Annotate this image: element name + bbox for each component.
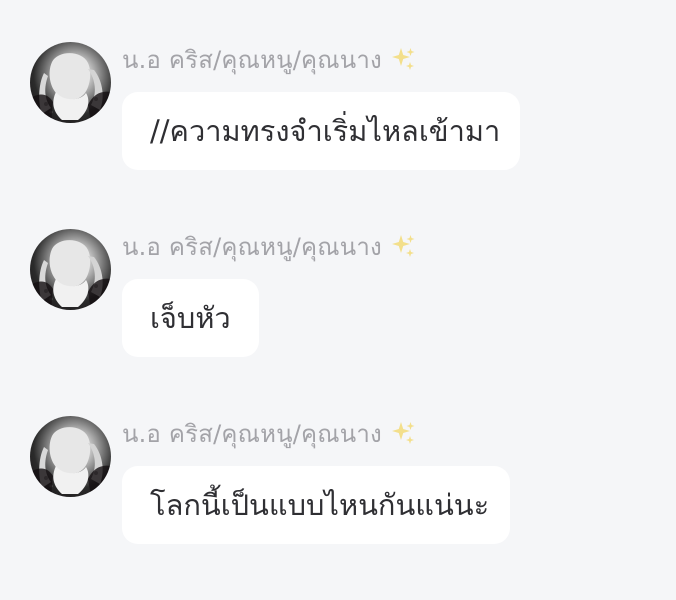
message-bubble[interactable]: //ความทรงจำเริ่มไหลเข้ามา xyxy=(122,92,520,170)
message-text: //ความทรงจำเริ่มไหลเข้ามา xyxy=(150,114,501,148)
message-bubble[interactable]: เจ็บหัว xyxy=(122,279,259,357)
avatar-image xyxy=(30,240,111,310)
chat-thread: น.อ คริส/คุณหนู/คุณนาง //ความทรงจำเริ่มไ… xyxy=(0,0,676,600)
sparkle-icon xyxy=(390,233,416,259)
message-text: เจ็บหัว xyxy=(150,301,231,335)
chat-message: น.อ คริส/คุณหนู/คุณนาง โลกนี้เป็นแบบไหนก… xyxy=(0,374,676,544)
avatar-image xyxy=(30,427,111,497)
sender-row: น.อ คริส/คุณหนู/คุณนาง xyxy=(122,230,416,262)
sender-row: น.อ คริส/คุณหนู/คุณนาง xyxy=(122,43,416,75)
chat-message: น.อ คริส/คุณหนู/คุณนาง เจ็บหัว xyxy=(0,187,676,357)
message-text: โลกนี้เป็นแบบไหนกันแน่นะ xyxy=(150,488,490,522)
sender-row: น.อ คริส/คุณหนู/คุณนาง xyxy=(122,417,416,449)
sender-name: น.อ คริส/คุณหนู/คุณนาง xyxy=(122,45,382,74)
sparkle-icon xyxy=(390,46,416,72)
avatar[interactable] xyxy=(30,42,111,123)
avatar[interactable] xyxy=(30,416,111,497)
sender-name: น.อ คริส/คุณหนู/คุณนาง xyxy=(122,232,382,261)
avatar[interactable] xyxy=(30,229,111,310)
chat-message: น.อ คริส/คุณหนู/คุณนาง //ความทรงจำเริ่มไ… xyxy=(0,0,676,170)
message-bubble[interactable]: โลกนี้เป็นแบบไหนกันแน่นะ xyxy=(122,466,510,544)
sparkle-icon xyxy=(390,420,416,446)
avatar-image xyxy=(30,53,111,123)
sender-name: น.อ คริส/คุณหนู/คุณนาง xyxy=(122,419,382,448)
